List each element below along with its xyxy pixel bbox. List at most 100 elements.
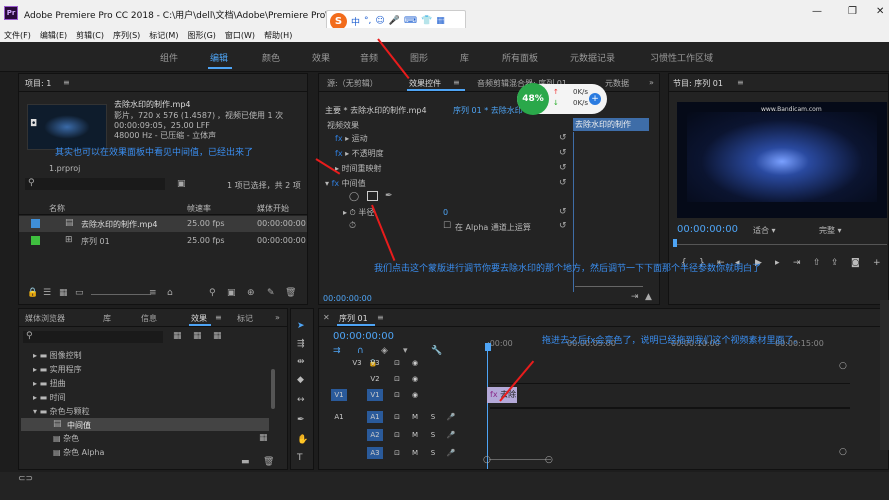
menu-edit[interactable]: 编辑(E): [40, 30, 67, 41]
type-tool-icon[interactable]: T: [297, 453, 303, 463]
workspace-all-panels[interactable]: 所有面板: [502, 51, 538, 64]
slip-tool-icon[interactable]: ↔: [297, 395, 305, 405]
solo-button[interactable]: S: [425, 447, 441, 459]
timeline-menu-icon[interactable]: ≡: [377, 313, 384, 322]
tab-libraries[interactable]: 库: [103, 313, 111, 324]
sync-icon[interactable]: ⊡: [389, 429, 405, 441]
lift-icon[interactable]: ⇧: [813, 258, 821, 268]
stopwatch-icon[interactable]: ⏱: [349, 221, 356, 231]
sync-icon[interactable]: ⊡: [389, 411, 405, 423]
track-label-a3[interactable]: A3: [367, 447, 383, 459]
tab-markers[interactable]: 标记: [237, 313, 253, 324]
workspace-custom[interactable]: 习惯性工作区域: [650, 51, 713, 64]
freeform-view-icon[interactable]: ▭: [75, 288, 84, 298]
sort-icon[interactable]: ≡: [149, 288, 157, 298]
new-bin-footer-icon[interactable]: ▣: [227, 288, 236, 298]
accelerated-effects-icon[interactable]: ▦: [173, 331, 182, 341]
automate-icon[interactable]: ⌂: [167, 288, 173, 298]
clip-thumbnail[interactable]: ◘: [27, 104, 107, 150]
tab-effects[interactable]: 效果: [191, 313, 207, 324]
reset-time-icon[interactable]: ↺: [559, 163, 567, 173]
ellipse-mask-icon[interactable]: ◯: [349, 192, 359, 202]
tab-media-browser[interactable]: 媒体浏览器: [25, 313, 65, 324]
source-patch-v1[interactable]: V1: [331, 389, 347, 401]
zoom-handle-right[interactable]: ○: [545, 455, 553, 465]
menu-clip[interactable]: 剪辑(C): [76, 30, 104, 41]
workspace-libraries[interactable]: 库: [460, 51, 469, 64]
icon-view-icon[interactable]: ▦: [59, 288, 68, 298]
solo-button[interactable]: S: [425, 429, 441, 441]
mute-button[interactable]: M: [407, 447, 423, 459]
tree-utility[interactable]: ▸ ▬ 实用程序: [33, 364, 82, 375]
workspace-audio[interactable]: 音频: [360, 51, 378, 64]
track-select-tool-icon[interactable]: ⇶: [297, 339, 305, 349]
ime-mode-button[interactable]: 中: [351, 15, 360, 28]
mute-button[interactable]: M: [407, 411, 423, 423]
program-scrub-bar[interactable]: [673, 244, 887, 245]
more-tabs-icon[interactable]: »: [275, 313, 280, 322]
mute-button[interactable]: M: [407, 429, 423, 441]
program-video[interactable]: www.Bandicam.com: [677, 102, 887, 218]
timeline-timecode[interactable]: 00:00:00:00: [333, 331, 394, 342]
find-icon[interactable]: ⚲: [209, 288, 216, 298]
workspace-editing[interactable]: 编辑: [210, 51, 228, 64]
workspace-color[interactable]: 颜色: [262, 51, 280, 64]
menu-window[interactable]: 窗口(W): [225, 30, 255, 41]
pen-tool-icon[interactable]: ✒: [297, 415, 305, 425]
skin-icon[interactable]: 👕: [421, 16, 432, 26]
network-percent[interactable]: 48%: [517, 83, 549, 115]
step-forward-icon[interactable]: ▸: [775, 258, 780, 268]
workspace-metadata[interactable]: 元数据记录: [570, 51, 615, 64]
project-row-clip[interactable]: ▤ 去除水印的制作.mp4 25.00 fps 00:00:00:00: [19, 216, 307, 232]
program-timecode[interactable]: 00:00:00:00: [677, 224, 738, 235]
keyboard-icon[interactable]: ⌨: [404, 16, 417, 26]
mic-icon[interactable]: 🎤: [443, 411, 459, 423]
zoom-slider[interactable]: [91, 294, 151, 295]
track-label-v1[interactable]: V1: [367, 389, 383, 401]
filter-icon[interactable]: ▲: [645, 292, 652, 302]
fx-badge-icon[interactable]: fx: [335, 149, 343, 158]
scroll-up-icon[interactable]: ○: [839, 361, 847, 371]
effect-median[interactable]: ▾ fx 中间值: [325, 178, 366, 189]
menu-marker[interactable]: 标记(M): [149, 30, 178, 41]
effect-opacity[interactable]: fx ▸ 不透明度: [335, 148, 384, 159]
reset-motion-icon[interactable]: ↺: [559, 133, 567, 143]
minimize-button[interactable]: —: [812, 6, 822, 17]
eye-icon[interactable]: ◉: [407, 357, 423, 369]
fx-badge-icon[interactable]: fx: [332, 179, 340, 188]
effects-search-input[interactable]: ⚲: [23, 331, 163, 343]
tree-noise-alpha[interactable]: ▤ 杂色 Alpha: [53, 447, 104, 458]
tree-distort[interactable]: ▸ ▬ 扭曲: [33, 378, 66, 389]
mic-icon[interactable]: 🎤: [443, 447, 459, 459]
sync-icon[interactable]: ⊡: [389, 373, 405, 385]
camera-snapshot-icon[interactable]: ◙: [851, 258, 860, 268]
radius-value[interactable]: 0: [443, 208, 448, 217]
tree-noise[interactable]: ▤ 杂色: [53, 433, 79, 444]
solo-button[interactable]: S: [425, 411, 441, 423]
fit-dropdown[interactable]: 适合 ▾: [753, 225, 776, 236]
mic-icon[interactable]: 🎤: [443, 429, 459, 441]
effects-menu-icon[interactable]: ≡: [215, 313, 222, 322]
workspace-assembly[interactable]: 组件: [160, 51, 178, 64]
go-to-out-icon[interactable]: ⇥: [793, 258, 801, 268]
trash-icon[interactable]: 🗑: [285, 288, 296, 298]
extract-icon[interactable]: ⇪: [831, 258, 839, 268]
tab-effect-controls[interactable]: 效果控件: [409, 78, 441, 89]
effects-scrollbar[interactable]: [271, 369, 275, 409]
fx-badge-icon[interactable]: fx: [335, 134, 343, 143]
emoji-icon[interactable]: ☺: [375, 16, 384, 26]
program-tab[interactable]: 节目: 序列 01: [673, 78, 723, 89]
sync-icon[interactable]: ⊡: [389, 447, 405, 459]
project-row-sequence[interactable]: ⊞ 序列 01 25.00 fps 00:00:00:00: [19, 233, 307, 249]
workspace-effects[interactable]: 效果: [312, 51, 330, 64]
hand-tool-icon[interactable]: ✋: [297, 435, 308, 445]
selection-tool-icon[interactable]: ➤: [297, 321, 305, 331]
track-label-v3-name[interactable]: V3: [367, 357, 383, 369]
track-label-v3[interactable]: V3: [349, 357, 365, 369]
scroll-down-icon[interactable]: ○: [839, 447, 847, 457]
project-tab[interactable]: 项目: 1: [25, 78, 51, 89]
menu-help[interactable]: 帮助(H): [264, 30, 292, 41]
reset-opacity-icon[interactable]: ↺: [559, 148, 567, 158]
ec-timecode[interactable]: 00:00:00:00: [323, 294, 372, 303]
more-tabs-icon[interactable]: »: [649, 78, 654, 87]
